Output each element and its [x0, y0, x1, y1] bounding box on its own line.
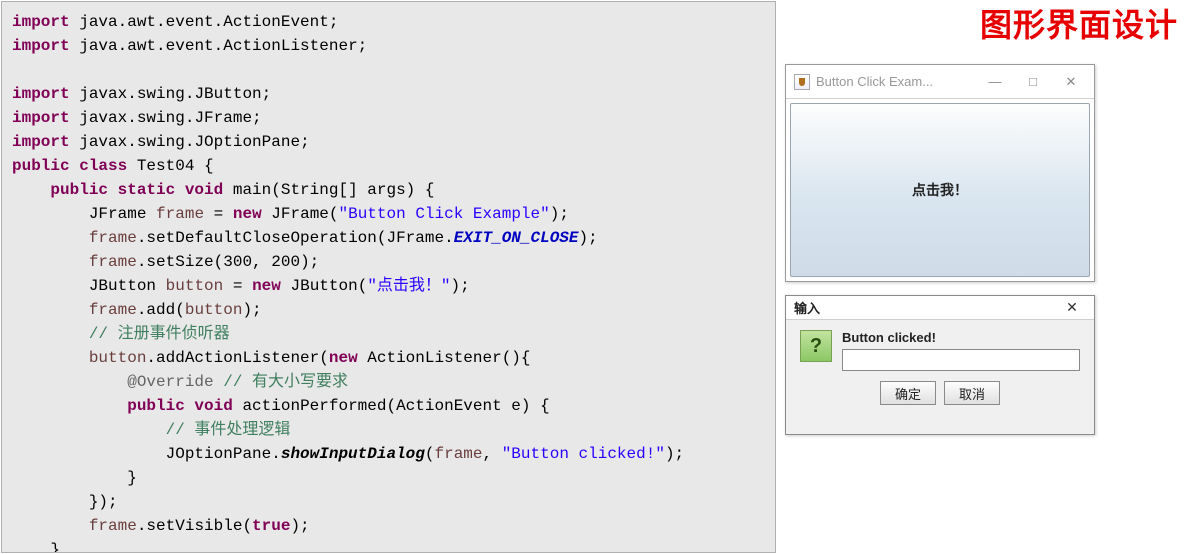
- code-line: JFrame frame = new JFrame("Button Click …: [12, 202, 771, 226]
- code-line: import java.awt.event.ActionEvent;: [12, 10, 771, 34]
- page-title: 图形界面设计: [980, 0, 1178, 46]
- code-line: public static void main(String[] args) {: [12, 178, 771, 202]
- cancel-button[interactable]: 取消: [944, 381, 1000, 405]
- minimize-button[interactable]: —: [976, 69, 1014, 95]
- app-window: Button Click Exam... — □ ✕ 点击我！: [785, 64, 1095, 282]
- close-button[interactable]: ✕: [1052, 69, 1090, 95]
- code-line: @Override // 有大小写要求: [12, 370, 771, 394]
- code-line: }: [12, 466, 771, 490]
- app-titlebar[interactable]: Button Click Exam... — □ ✕: [786, 65, 1094, 99]
- code-line: button.addActionListener(new ActionListe…: [12, 346, 771, 370]
- code-line: import java.awt.event.ActionListener;: [12, 34, 771, 58]
- code-line: }: [12, 538, 771, 553]
- app-window-title: Button Click Exam...: [816, 74, 976, 89]
- code-line: // 事件处理逻辑: [12, 418, 771, 442]
- code-line: public class Test04 {: [12, 154, 771, 178]
- app-window-body: 点击我！: [786, 99, 1094, 281]
- code-line: import javax.swing.JButton;: [12, 82, 771, 106]
- code-line: frame.setVisible(true);: [12, 514, 771, 538]
- code-line: frame.setSize(300, 200);: [12, 250, 771, 274]
- question-icon: ?: [800, 330, 832, 362]
- code-line: public void actionPerformed(ActionEvent …: [12, 394, 771, 418]
- dialog-text-input[interactable]: [842, 349, 1080, 371]
- input-dialog: 输入 ✕ ? Button clicked! 确定 取消: [785, 295, 1095, 435]
- maximize-button[interactable]: □: [1014, 69, 1052, 95]
- java-icon: [794, 74, 810, 90]
- code-line: // 注册事件侦听器: [12, 322, 771, 346]
- code-line: frame.setDefaultCloseOperation(JFrame.EX…: [12, 226, 771, 250]
- dialog-close-button[interactable]: ✕: [1054, 298, 1090, 318]
- code-line: [12, 58, 771, 82]
- dialog-message: Button clicked!: [842, 330, 1080, 345]
- code-line: import javax.swing.JFrame;: [12, 106, 771, 130]
- code-line: });: [12, 490, 771, 514]
- code-line: JButton button = new JButton("点击我！");: [12, 274, 771, 298]
- code-editor-pane: import java.awt.event.ActionEvent; impor…: [1, 1, 776, 553]
- click-me-button[interactable]: 点击我！: [790, 103, 1090, 277]
- code-line: JOptionPane.showInputDialog(frame, "Butt…: [12, 442, 771, 466]
- ok-button[interactable]: 确定: [880, 381, 936, 405]
- dialog-title: 输入: [794, 298, 1054, 317]
- code-line: frame.add(button);: [12, 298, 771, 322]
- code-line: import javax.swing.JOptionPane;: [12, 130, 771, 154]
- dialog-body: ? Button clicked! 确定 取消: [786, 320, 1094, 409]
- dialog-titlebar[interactable]: 输入 ✕: [786, 296, 1094, 320]
- click-me-button-label: 点击我！: [912, 180, 968, 200]
